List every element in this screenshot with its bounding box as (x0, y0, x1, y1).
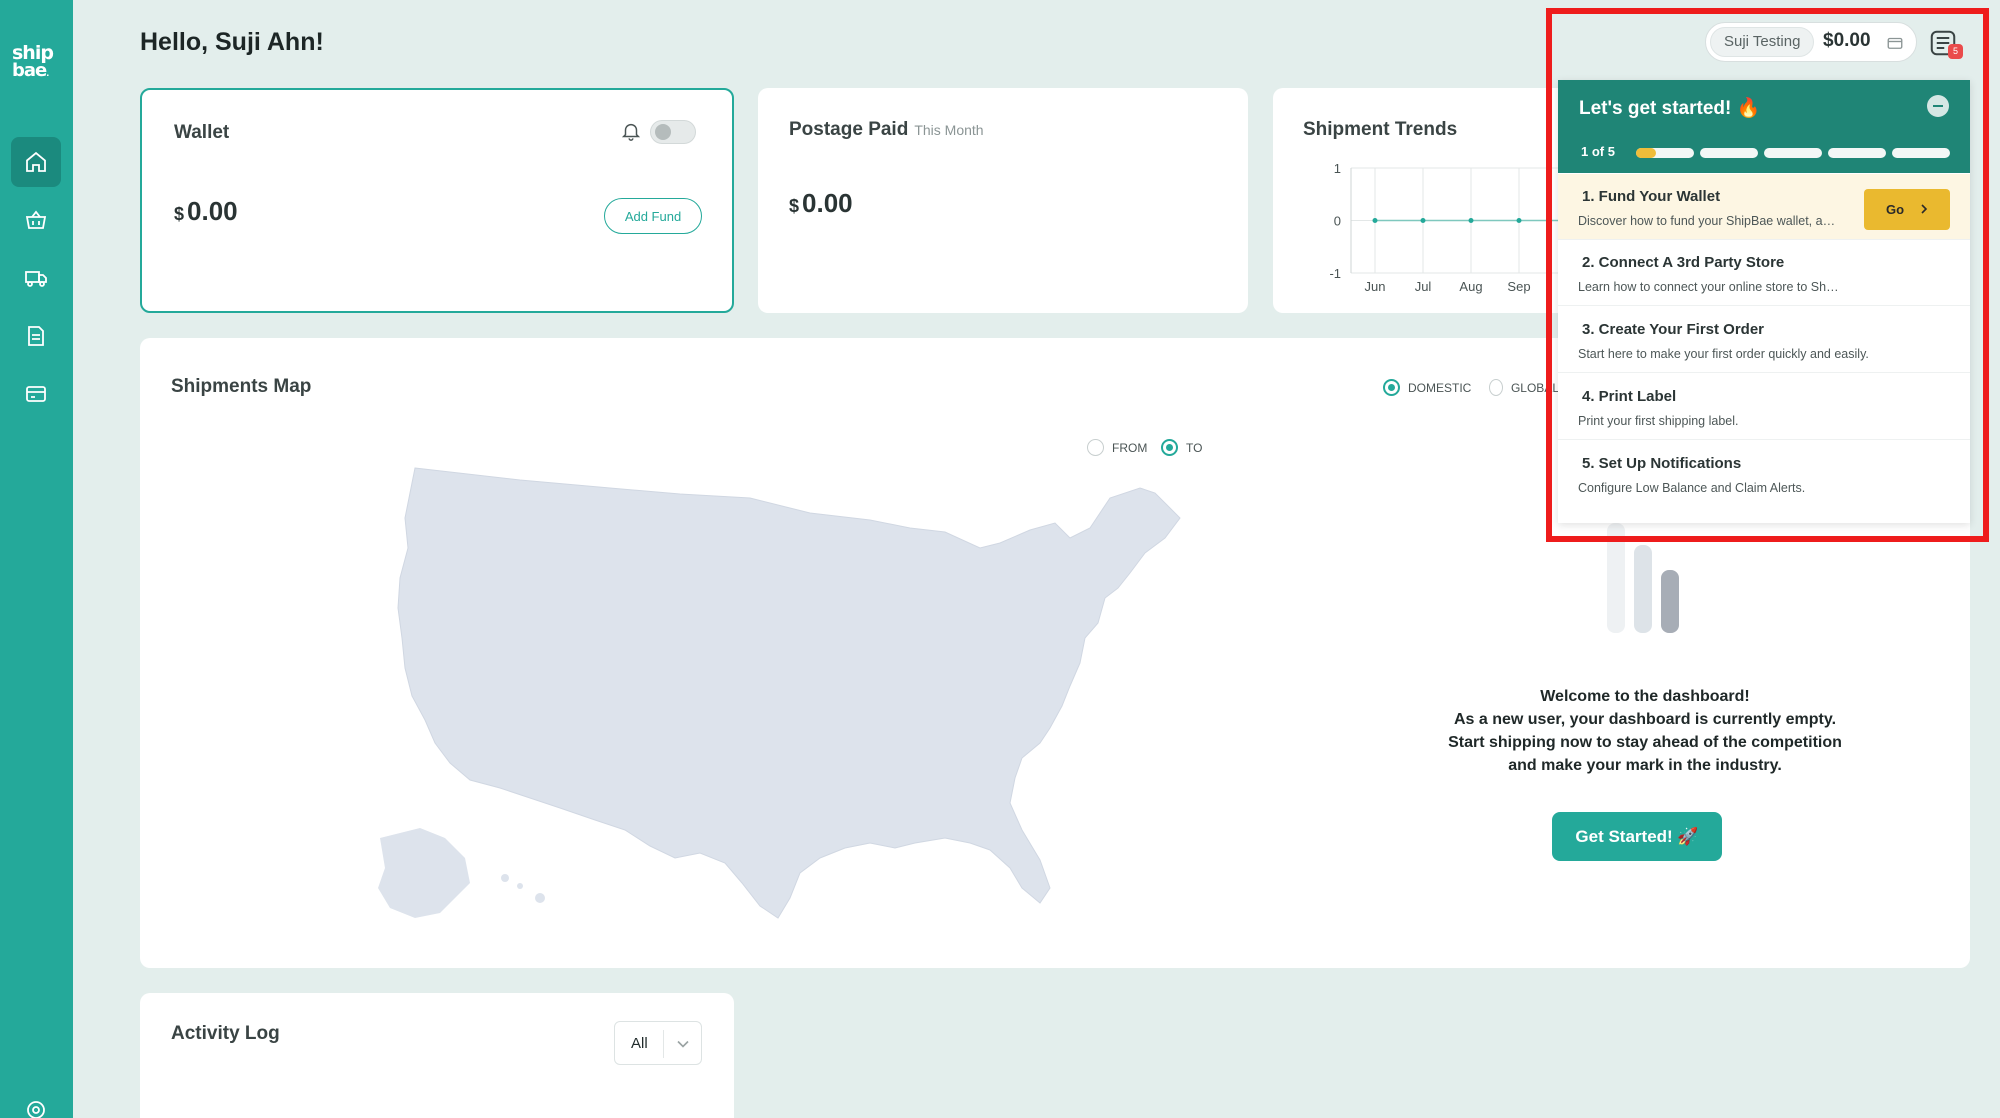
activity-title: Activity Log (171, 1023, 280, 1044)
wallet-balance: $0.00 (174, 196, 238, 226)
y-tick-label: 1 (1334, 161, 1341, 176)
nav-store[interactable] (11, 195, 61, 245)
y-tick-label: 0 (1334, 214, 1341, 229)
chevron-down-icon (677, 1040, 689, 1048)
filter-value: All (631, 1035, 648, 1052)
nav-home[interactable] (11, 137, 61, 187)
wallet-card: Wallet $0.00 Add Fund (140, 88, 734, 313)
postage-amount: $0.00 (789, 188, 853, 218)
shipbae-logo[interactable]: ship bae. (12, 44, 62, 83)
highlight-box (1546, 8, 1989, 542)
welcome-line: As a new user, your dashboard is current… (1453, 711, 1837, 728)
postage-subtitle: This Month (914, 122, 984, 138)
data-point (1420, 218, 1426, 223)
welcome-line: and make your mark in the industry. (1508, 757, 1782, 774)
x-tick-label: Sep (1507, 279, 1530, 294)
radio-circle (1383, 379, 1400, 396)
settings-icon[interactable] (24, 1098, 48, 1118)
postage-title: Postage Paid This Month (789, 119, 984, 140)
postage-paid-card: Postage Paid This Month $0.00 (758, 88, 1248, 313)
map-title: Shipments Map (171, 376, 312, 397)
nav-billing[interactable] (11, 369, 61, 419)
radio-circle (1489, 379, 1503, 396)
data-point (1468, 218, 1474, 223)
direction-from-radio[interactable]: FROM (1087, 439, 1147, 456)
add-fund-button[interactable]: Add Fund (604, 198, 702, 234)
wallet-title: Wallet (174, 122, 230, 143)
nav-shipments[interactable] (11, 253, 61, 303)
shipment-trends-card: Shipment Trends JunJulAugSepO10-1 (1273, 88, 1573, 313)
home-icon (26, 151, 46, 172)
basket-icon (25, 210, 47, 229)
scope-domestic-radio[interactable]: DOMESTIC (1383, 379, 1471, 396)
direction-to-radio[interactable]: TO (1161, 439, 1202, 456)
activity-log-card: Activity Log All (140, 993, 734, 1118)
nav-documents[interactable] (11, 311, 61, 361)
welcome-line: Welcome to the dashboard! (1540, 688, 1750, 705)
us-map[interactable] (350, 458, 1230, 938)
truck-icon (25, 271, 47, 287)
bell-icon[interactable] (620, 120, 642, 142)
data-point (1372, 218, 1378, 223)
alaska-shape (378, 828, 470, 918)
contiguous-us-shape (397, 467, 1181, 919)
toggle-knob (655, 124, 671, 140)
x-tick-label: Aug (1459, 279, 1482, 294)
hawaii-island (535, 893, 545, 903)
data-point (1516, 218, 1522, 223)
empty-bar (1634, 545, 1652, 633)
activity-filter-select[interactable]: All (614, 1021, 702, 1065)
logo-line-2: bae. (12, 60, 49, 81)
get-started-button[interactable]: Get Started! 🚀 (1552, 812, 1722, 861)
hawaii-island (517, 883, 523, 889)
card-icon (26, 386, 46, 402)
low-balance-alert-toggle[interactable] (650, 120, 696, 144)
shipment-trends-chart: JunJulAugSepO10-1 (1329, 161, 1573, 294)
welcome-line: Start shipping now to stay ahead of the … (1448, 734, 1842, 751)
radio-circle (1087, 439, 1104, 456)
document-icon (28, 326, 44, 346)
x-tick-label: Jun (1365, 279, 1386, 294)
y-tick-label: -1 (1329, 266, 1341, 281)
sidebar: ship bae. (0, 0, 73, 1118)
select-divider (663, 1030, 664, 1058)
radio-circle (1161, 439, 1178, 456)
empty-bar (1661, 570, 1679, 633)
welcome-message: Welcome to the dashboard! As a new user,… (1400, 685, 1890, 777)
page-greeting: Hello, Suji Ahn! (140, 28, 324, 56)
hawaii-island (501, 874, 509, 882)
x-tick-label: Jul (1415, 279, 1432, 294)
